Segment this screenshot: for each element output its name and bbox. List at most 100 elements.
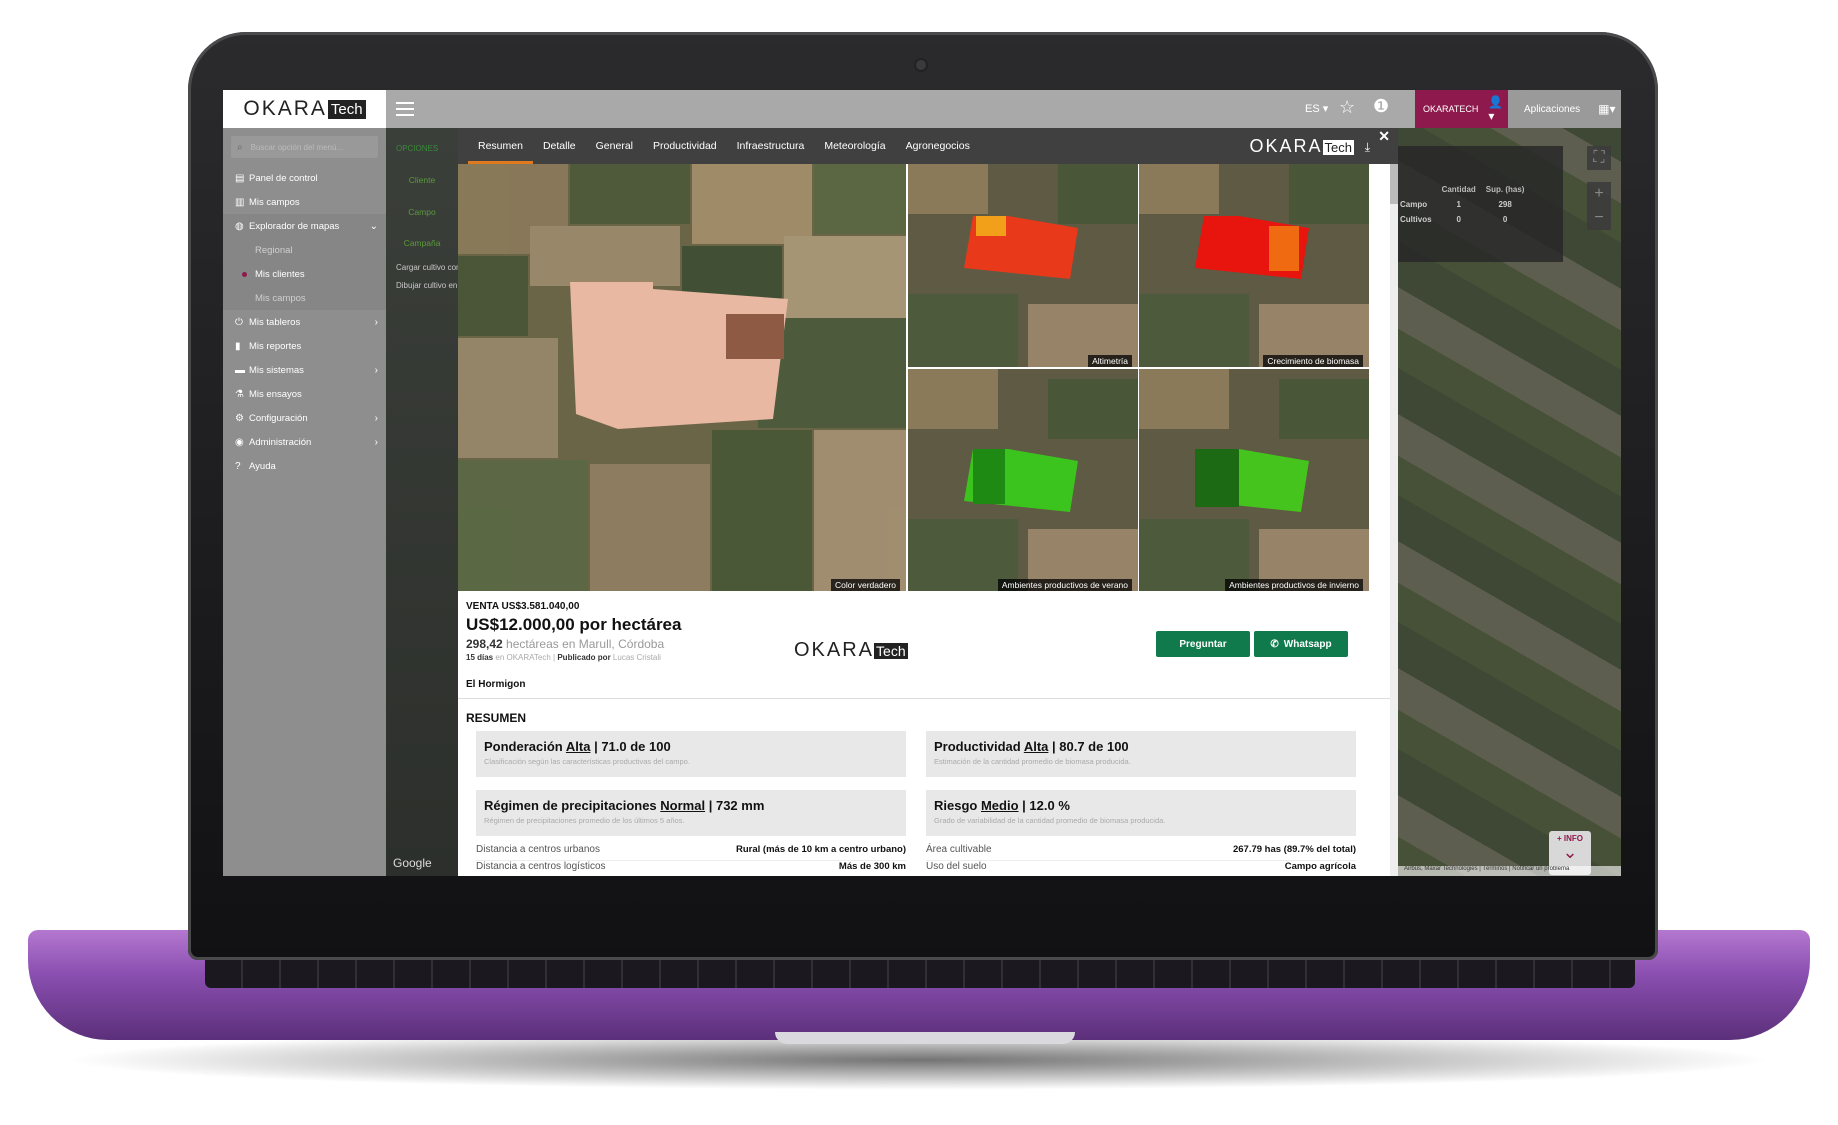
sidebar-subitem-clientes[interactable]: Mis clientes: [223, 262, 386, 286]
fullscreen-icon[interactable]: ⛶: [1587, 146, 1611, 170]
row-key: Distancia a centros urbanos: [476, 844, 600, 855]
action-cargar-cultivo[interactable]: Cargar cultivo con: [396, 263, 458, 272]
card-subtitle: Clasificación según las características …: [484, 757, 690, 766]
favorites-star-icon[interactable]: ☆: [1339, 97, 1355, 118]
chevron-right-icon: ›: [374, 364, 378, 376]
globe-icon: ◍: [235, 220, 244, 232]
field-detail-modal: Color verdadero Altimetría Crecimiento d…: [458, 128, 1398, 876]
user-icon: 👤▾: [1488, 95, 1504, 123]
sidebar-subitem-regional[interactable]: Regional: [223, 238, 386, 262]
tab-general[interactable]: General: [586, 128, 643, 164]
whatsapp-button[interactable]: ✆ Whatsapp: [1254, 631, 1348, 657]
laptop-notch: [775, 1032, 1075, 1044]
ask-button[interactable]: Preguntar: [1156, 631, 1250, 657]
download-icon[interactable]: ⤓: [1365, 140, 1370, 155]
user-menu[interactable]: OKARATECH 👤▾: [1415, 90, 1508, 128]
help-icon: ?: [235, 460, 241, 472]
top-bar: OKARA Tech ES ▾ ☆ ❶ OKARATECH 👤▾ Aplicaci…: [223, 90, 1621, 128]
farm-name: El Hormigon: [466, 679, 526, 690]
summary-section: RESUMEN Ponderación Alta | 71.0 de 100 C…: [458, 699, 1390, 876]
card-pre: Riesgo: [934, 798, 978, 813]
altimetry-image[interactable]: Altimetría: [908, 164, 1138, 367]
chevron-right-icon: ›: [374, 316, 378, 328]
card-heading: Riesgo Medio | 12.0 %: [934, 798, 1348, 813]
tab-meteorologia[interactable]: Meteorología: [814, 128, 895, 164]
notifications-icon[interactable]: ❶: [1373, 96, 1389, 117]
area-location: 298,42 hectáreas en Marull, Córdoba: [466, 637, 664, 651]
chevron-down-icon: ⌄: [1562, 842, 1578, 862]
card-post: | 80.7 de 100: [1052, 739, 1129, 754]
listing-header: VENTA US$3.581.040,00 US$12.000,00 por h…: [458, 591, 1390, 699]
card-level: Normal: [660, 798, 706, 813]
winter-environments-image[interactable]: Ambientes productivos de invierno: [1139, 369, 1369, 591]
card-pre: Régimen de precipitaciones: [484, 798, 657, 813]
summary-card-ponderacion: Ponderación Alta | 71.0 de 100 Clasifica…: [476, 731, 906, 777]
summary-card-precipitaciones: Régimen de precipitaciones Normal | 732 …: [476, 790, 906, 836]
tab-infraestructura[interactable]: Infraestructura: [727, 128, 815, 164]
location-text: hectáreas en Marull, Córdoba: [506, 637, 665, 651]
option-campo[interactable]: Campo: [386, 207, 458, 217]
action-dibujar-cultivo[interactable]: Dibujar cultivo en: [396, 281, 458, 290]
stats-cell: Cultivos: [1400, 215, 1432, 224]
zoom-out-button[interactable]: −: [1587, 206, 1611, 230]
app-screen: OKARA Tech ES ▾ ☆ ❶ OKARATECH 👤▾ Aplicaci…: [223, 90, 1621, 876]
menu-toggle-icon[interactable]: [393, 100, 417, 118]
sidebar-item-explorador[interactable]: ◍ Explorador de mapas ⌄: [223, 214, 386, 238]
sidebar-item-panel[interactable]: ▤ Panel de control: [223, 166, 386, 190]
row-key: Área cultivable: [926, 844, 992, 855]
apps-menu[interactable]: Aplicaciones ▦▾: [1508, 90, 1621, 128]
card-level: Alta: [565, 739, 591, 754]
brand-main: OKARA: [243, 97, 327, 120]
server-icon: ▬: [235, 364, 245, 376]
sidebar-item-configuracion[interactable]: ⚙ Configuración ›: [223, 406, 386, 430]
grid-icon: ▦▾: [1598, 102, 1616, 116]
tab-agronegocios[interactable]: Agronegocios: [896, 128, 980, 164]
tab-productividad[interactable]: Productividad: [643, 128, 727, 164]
summer-environments-image[interactable]: Ambientes productivos de verano: [908, 369, 1138, 591]
price-per-hectare: US$12.000,00 por hectárea: [466, 615, 682, 634]
card-subtitle: Grado de variabilidad de la cantidad pro…: [934, 816, 1166, 825]
map-stats-table: Cantidad Sup. (has) Campo 1 298 Cultivos 0 0: [1398, 146, 1563, 262]
biomass-image[interactable]: Crecimiento de biomasa: [1139, 164, 1369, 367]
zoom-in-button[interactable]: +: [1587, 182, 1611, 206]
author-link[interactable]: Lucas Cristali: [613, 653, 661, 662]
user-circle-icon: ◉: [235, 436, 244, 448]
sidebar-item-label: Mis campos: [249, 196, 300, 208]
stats-cell: 1: [1456, 200, 1461, 209]
tab-detalle[interactable]: Detalle: [533, 128, 586, 164]
option-campana[interactable]: Campaña: [386, 238, 458, 248]
apps-label: Aplicaciones: [1524, 103, 1581, 115]
brand-logo[interactable]: OKARA Tech: [223, 90, 386, 128]
sidebar-subitem-campos[interactable]: Mis campos: [223, 286, 386, 310]
card-subtitle: Régimen de precipitaciones promedio de l…: [484, 816, 685, 825]
search-input[interactable]: ⌕ Buscar opción del menú...: [231, 136, 378, 158]
map-attribution: Airbus, Maxar Technologies | Términos | …: [1398, 866, 1621, 876]
modal-scrollbar[interactable]: [1390, 164, 1398, 876]
tab-resumen[interactable]: Resumen: [468, 128, 533, 164]
sidebar-item-ayuda[interactable]: ? Ayuda: [223, 454, 386, 478]
card-heading: Ponderación Alta | 71.0 de 100: [484, 739, 898, 754]
option-cliente[interactable]: Cliente: [386, 175, 458, 185]
logo-tech: Tech: [874, 643, 908, 659]
sidebar-item-administracion[interactable]: ◉ Administración ›: [223, 430, 386, 454]
language-select[interactable]: ES ▾: [1305, 102, 1328, 115]
search-placeholder: Buscar opción del menú...: [250, 142, 344, 152]
stats-header: [1398, 182, 1442, 197]
sidebar-item-campos[interactable]: ▥ Mis campos: [223, 190, 386, 214]
sidebar-item-label: Configuración: [249, 412, 308, 424]
listing-meta: 15 días en OKARATech | Publicado por Luc…: [466, 653, 661, 662]
sidebar-item-label: Mis reportes: [249, 340, 302, 352]
sidebar-item-ensayos[interactable]: ⚗ Mis ensayos: [223, 382, 386, 406]
row-value: Campo agrícola: [1284, 861, 1356, 872]
logo-tech: Tech: [1322, 140, 1354, 155]
sidebar-item-label: Ayuda: [249, 460, 276, 472]
map-icon: ▥: [235, 196, 245, 208]
sidebar-item-label: Regional: [255, 244, 293, 256]
sidebar-item-tableros[interactable]: ⏻ Mis tableros ›: [223, 310, 386, 334]
card-heading: Régimen de precipitaciones Normal | 732 …: [484, 798, 898, 813]
sidebar-item-sistemas[interactable]: ▬ Mis sistemas ›: [223, 358, 386, 382]
sidebar-item-reportes[interactable]: ▮ Mis reportes: [223, 334, 386, 358]
close-icon[interactable]: ✕: [1378, 128, 1390, 145]
true-color-image[interactable]: Color verdadero: [458, 164, 906, 591]
laptop-frame: OKARA Tech ES ▾ ☆ ❶ OKARATECH 👤▾ Aplicaci…: [0, 0, 1838, 1125]
